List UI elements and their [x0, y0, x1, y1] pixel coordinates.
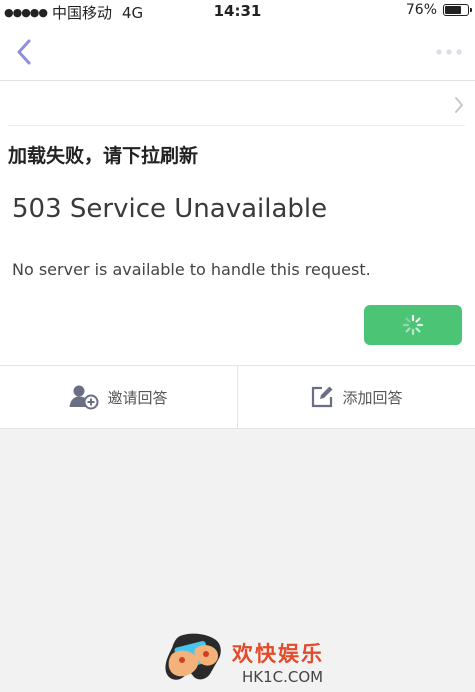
- add-user-icon: [69, 385, 99, 410]
- content-panel: 加载失败，请下拉刷新 503 Service Unavailable No se…: [0, 81, 475, 365]
- battery-tip: [470, 8, 472, 12]
- watermark: 欢快娱乐 HK1C.COM: [160, 630, 330, 692]
- watermark-text: 欢快娱乐: [232, 642, 324, 666]
- battery-icon: [443, 4, 472, 16]
- error-title: 加载失败，请下拉刷新: [8, 145, 199, 167]
- add-answer-button[interactable]: 添加回答: [237, 366, 475, 428]
- back-button[interactable]: [4, 32, 44, 72]
- spinner-icon: [402, 314, 424, 336]
- status-bar: ●●●●● 中国移动 4G 14:31 76%: [0, 0, 475, 22]
- chevron-left-icon: [17, 39, 31, 65]
- gamepad-logo-icon: [165, 633, 221, 680]
- error-heading: 503 Service Unavailable: [12, 194, 328, 224]
- divider: [8, 125, 465, 126]
- status-time: 14:31: [213, 2, 262, 20]
- more-button[interactable]: [431, 34, 467, 70]
- edit-icon: [312, 386, 333, 408]
- refresh-button[interactable]: [364, 305, 462, 345]
- watermark-url: HK1C.COM: [242, 668, 324, 686]
- invite-answer-button[interactable]: 邀请回答: [0, 366, 237, 428]
- more-dots-icon: [436, 49, 462, 55]
- invite-answer-label: 邀请回答: [107, 388, 168, 407]
- nav-bar: [0, 22, 475, 81]
- status-right: 76%: [405, 2, 472, 18]
- battery-fill: [445, 6, 462, 14]
- error-message: No server is available to handle this re…: [12, 260, 371, 279]
- add-answer-label: 添加回答: [342, 388, 403, 407]
- chevron-right-icon: [455, 97, 463, 113]
- battery-percent: 76%: [405, 2, 437, 18]
- answer-action-bar: 邀请回答 添加回答: [0, 365, 475, 429]
- expand-button[interactable]: [449, 93, 469, 117]
